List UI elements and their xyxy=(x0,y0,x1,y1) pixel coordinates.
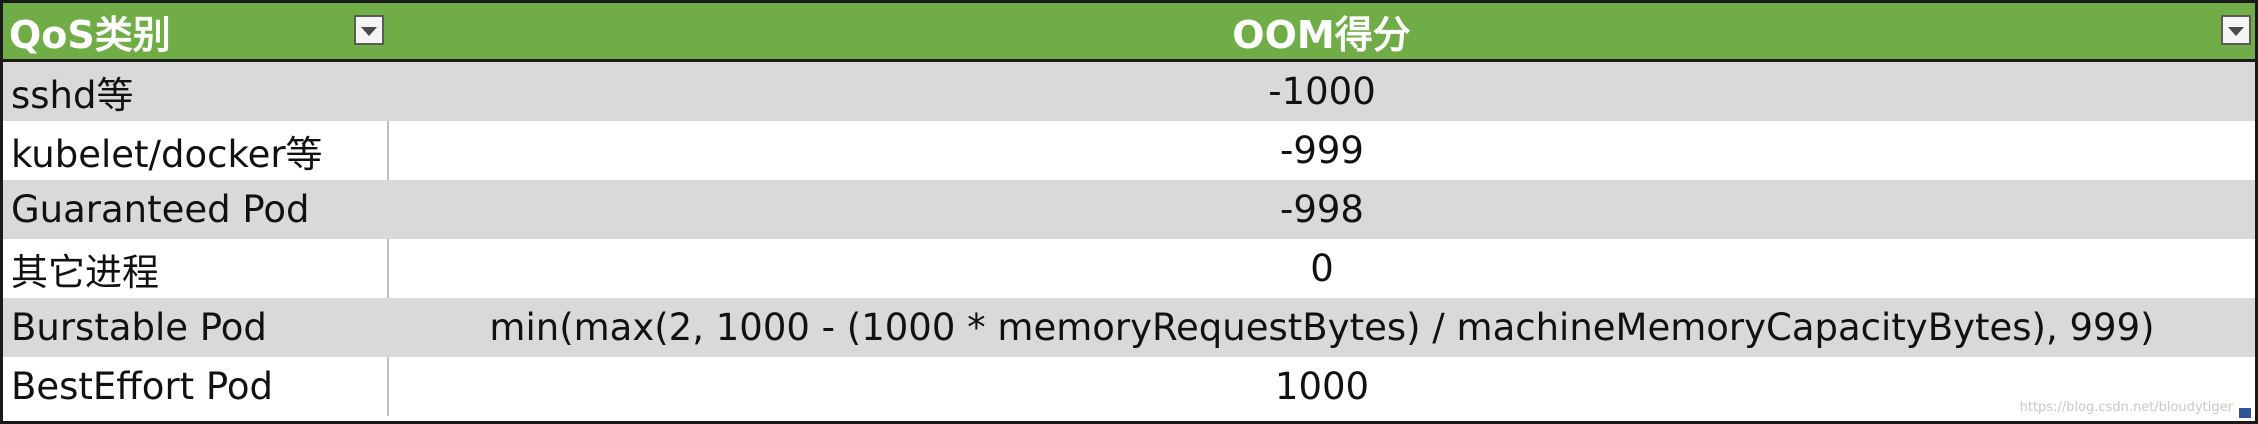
dropdown-arrow-icon xyxy=(361,26,377,36)
oom-score-cell[interactable]: 0 xyxy=(388,239,2255,298)
qos-oom-table: QoS类别 OOM得分 sshd等 -1000 kubelet/docker等 … xyxy=(3,3,2255,416)
header-oom-cell: OOM得分 xyxy=(388,3,2255,62)
oom-score-cell[interactable]: -998 xyxy=(388,180,2255,239)
qos-cell[interactable]: sshd等 xyxy=(3,60,389,121)
qos-cell[interactable]: Burstable Pod xyxy=(3,298,389,357)
qos-cell[interactable]: BestEffort Pod xyxy=(3,357,389,416)
table-row: kubelet/docker等 -999 xyxy=(3,121,2255,180)
header-qos-label: QoS类别 xyxy=(9,12,171,57)
table-row: BestEffort Pod 1000 xyxy=(3,357,2255,416)
table-row: sshd等 -1000 xyxy=(3,60,2255,121)
qos-cell[interactable]: kubelet/docker等 xyxy=(3,121,389,180)
table-row: Guaranteed Pod -998 xyxy=(3,180,2255,239)
oom-score-cell[interactable]: -1000 xyxy=(388,60,2255,121)
dropdown-arrow-icon xyxy=(2228,26,2244,36)
qos-cell[interactable]: 其它进程 xyxy=(3,239,389,298)
spreadsheet: QoS类别 OOM得分 sshd等 -1000 kubelet/docker等 … xyxy=(0,0,2258,424)
header-qos-cell: QoS类别 xyxy=(3,3,388,62)
resize-handle[interactable] xyxy=(2239,408,2251,418)
watermark-text: https://blog.csdn.net/bloudytiger xyxy=(2019,400,2233,415)
oom-score-cell[interactable]: min(max(2, 1000 - (1000 * memoryRequestB… xyxy=(388,298,2255,357)
header-oom-label: OOM得分 xyxy=(1232,12,1411,57)
qos-cell[interactable]: Guaranteed Pod xyxy=(3,180,389,239)
filter-dropdown-oom-button[interactable] xyxy=(2221,15,2251,45)
filter-dropdown-qos-button[interactable] xyxy=(354,15,384,45)
table-row: 其它进程 0 xyxy=(3,239,2255,298)
oom-score-cell[interactable]: 1000 xyxy=(388,357,2255,416)
oom-score-cell[interactable]: -999 xyxy=(388,121,2255,180)
table-row: Burstable Pod min(max(2, 1000 - (1000 * … xyxy=(3,298,2255,357)
header-row: QoS类别 OOM得分 xyxy=(3,3,2255,62)
